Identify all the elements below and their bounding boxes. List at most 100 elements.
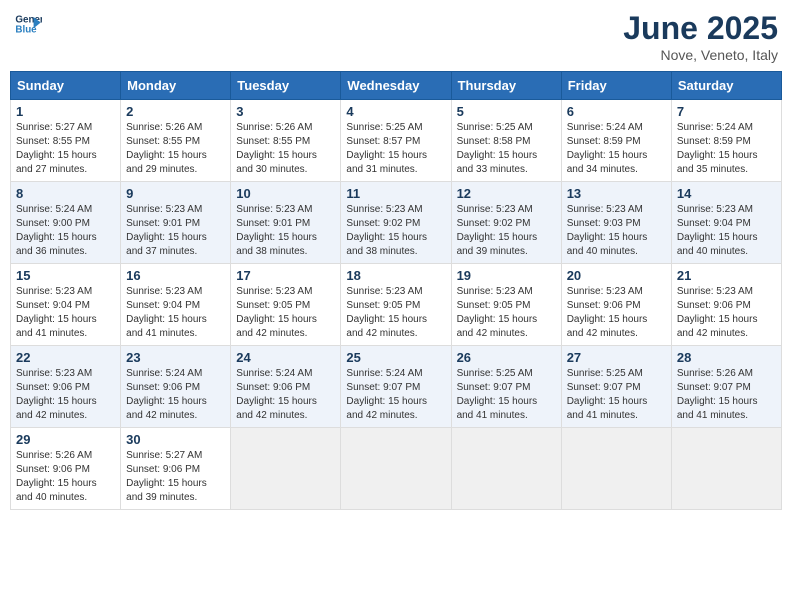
calendar-cell: 25 Sunrise: 5:24 AMSunset: 9:07 PMDayligh…	[341, 346, 451, 428]
day-number: 14	[677, 186, 776, 201]
calendar-cell	[451, 428, 561, 510]
logo: General Blue	[14, 10, 42, 38]
day-info: Sunrise: 5:23 AMSunset: 9:06 PMDaylight:…	[677, 285, 776, 341]
header-monday: Monday	[121, 72, 231, 100]
calendar-cell: 8Sunrise: 5:24 AMSunset: 9:00 PMDaylight…	[11, 182, 121, 264]
day-number: 10	[236, 186, 335, 201]
calendar-cell: 11Sunrise: 5:23 AMSunset: 9:02 PMDayligh…	[341, 182, 451, 264]
day-info: Sunrise: 5:23 AMSunset: 9:01 PMDaylight:…	[236, 203, 335, 259]
calendar-cell: 28Sunrise: 5:26 AMSunset: 9:07 PMDayligh…	[671, 346, 781, 428]
calendar-cell: 20 Sunrise: 5:23 AMSunset: 9:06 PMDayligh…	[561, 264, 671, 346]
day-info: Sunrise: 5:23 AMSunset: 9:05 PMDaylight:…	[236, 285, 335, 341]
calendar-cell: 9 Sunrise: 5:23 AMSunset: 9:01 PMDaylight…	[121, 182, 231, 264]
calendar-cell	[561, 428, 671, 510]
calendar-cell: 22Sunrise: 5:23 AMSunset: 9:06 PMDayligh…	[11, 346, 121, 428]
day-info: Sunrise: 5:24 AMSunset: 8:59 PMDaylight:…	[567, 121, 666, 177]
calendar-cell: 3 Sunrise: 5:26 AMSunset: 8:55 PMDaylight…	[231, 100, 341, 182]
day-number: 12	[457, 186, 556, 201]
calendar-cell	[231, 428, 341, 510]
calendar-cell: 19 Sunrise: 5:23 AMSunset: 9:05 PMDayligh…	[451, 264, 561, 346]
calendar: SundayMondayTuesdayWednesdayThursdayFrid…	[10, 71, 782, 510]
header: General Blue June 2025 Nove, Veneto, Ita…	[10, 10, 782, 63]
day-number: 21	[677, 268, 776, 283]
day-info: Sunrise: 5:27 AMSunset: 9:06 PMDaylight:…	[126, 449, 225, 505]
day-number: 29	[16, 432, 115, 447]
header-sunday: Sunday	[11, 72, 121, 100]
day-number: 26	[457, 350, 556, 365]
day-info: Sunrise: 5:23 AMSunset: 9:06 PMDaylight:…	[16, 367, 115, 423]
calendar-cell: 12 Sunrise: 5:23 AMSunset: 9:02 PMDayligh…	[451, 182, 561, 264]
day-number: 4	[346, 104, 445, 119]
header-friday: Friday	[561, 72, 671, 100]
day-info: Sunrise: 5:23 AMSunset: 9:04 PMDaylight:…	[16, 285, 115, 341]
day-info: Sunrise: 5:23 AMSunset: 9:02 PMDaylight:…	[346, 203, 445, 259]
day-number: 18	[346, 268, 445, 283]
calendar-cell: 13Sunrise: 5:23 AMSunset: 9:03 PMDayligh…	[561, 182, 671, 264]
calendar-cell: 5 Sunrise: 5:25 AMSunset: 8:58 PMDaylight…	[451, 100, 561, 182]
day-number: 9	[126, 186, 225, 201]
month-title: June 2025	[623, 10, 778, 47]
day-info: Sunrise: 5:23 AMSunset: 9:05 PMDaylight:…	[346, 285, 445, 341]
day-info: Sunrise: 5:23 AMSunset: 9:06 PMDaylight:…	[567, 285, 666, 341]
header-tuesday: Tuesday	[231, 72, 341, 100]
calendar-cell: 23 Sunrise: 5:24 AMSunset: 9:06 PMDayligh…	[121, 346, 231, 428]
day-number: 1	[16, 104, 115, 119]
calendar-cell: 15Sunrise: 5:23 AMSunset: 9:04 PMDayligh…	[11, 264, 121, 346]
calendar-cell: 1 Sunrise: 5:27 AMSunset: 8:55 PMDaylight…	[11, 100, 121, 182]
calendar-cell: 10 Sunrise: 5:23 AMSunset: 9:01 PMDayligh…	[231, 182, 341, 264]
day-info: Sunrise: 5:23 AMSunset: 9:01 PMDaylight:…	[126, 203, 225, 259]
calendar-cell: 29Sunrise: 5:26 AMSunset: 9:06 PMDayligh…	[11, 428, 121, 510]
day-number: 20	[567, 268, 666, 283]
calendar-week-3: 15Sunrise: 5:23 AMSunset: 9:04 PMDayligh…	[11, 264, 782, 346]
day-number: 6	[567, 104, 666, 119]
calendar-header-row: SundayMondayTuesdayWednesdayThursdayFrid…	[11, 72, 782, 100]
day-info: Sunrise: 5:23 AMSunset: 9:05 PMDaylight:…	[457, 285, 556, 341]
title-area: June 2025 Nove, Veneto, Italy	[623, 10, 778, 63]
day-info: Sunrise: 5:23 AMSunset: 9:04 PMDaylight:…	[126, 285, 225, 341]
day-info: Sunrise: 5:23 AMSunset: 9:04 PMDaylight:…	[677, 203, 776, 259]
location-title: Nove, Veneto, Italy	[623, 47, 778, 63]
calendar-cell: 16 Sunrise: 5:23 AMSunset: 9:04 PMDayligh…	[121, 264, 231, 346]
day-info: Sunrise: 5:27 AMSunset: 8:55 PMDaylight:…	[16, 121, 115, 177]
day-number: 27	[567, 350, 666, 365]
day-info: Sunrise: 5:24 AMSunset: 9:06 PMDaylight:…	[126, 367, 225, 423]
calendar-cell: 4 Sunrise: 5:25 AMSunset: 8:57 PMDaylight…	[341, 100, 451, 182]
calendar-cell: 2Sunrise: 5:26 AMSunset: 8:55 PMDaylight…	[121, 100, 231, 182]
day-number: 3	[236, 104, 335, 119]
day-number: 5	[457, 104, 556, 119]
calendar-cell: 21 Sunrise: 5:23 AMSunset: 9:06 PMDayligh…	[671, 264, 781, 346]
day-info: Sunrise: 5:25 AMSunset: 9:07 PMDaylight:…	[457, 367, 556, 423]
day-number: 8	[16, 186, 115, 201]
calendar-cell: 30 Sunrise: 5:27 AMSunset: 9:06 PMDayligh…	[121, 428, 231, 510]
calendar-cell: 26 Sunrise: 5:25 AMSunset: 9:07 PMDayligh…	[451, 346, 561, 428]
calendar-cell: 24Sunrise: 5:24 AMSunset: 9:06 PMDayligh…	[231, 346, 341, 428]
calendar-cell	[341, 428, 451, 510]
day-number: 16	[126, 268, 225, 283]
day-info: Sunrise: 5:25 AMSunset: 8:57 PMDaylight:…	[346, 121, 445, 177]
day-number: 19	[457, 268, 556, 283]
calendar-cell: 14 Sunrise: 5:23 AMSunset: 9:04 PMDayligh…	[671, 182, 781, 264]
calendar-cell: 17 Sunrise: 5:23 AMSunset: 9:05 PMDayligh…	[231, 264, 341, 346]
day-number: 30	[126, 432, 225, 447]
day-info: Sunrise: 5:24 AMSunset: 9:06 PMDaylight:…	[236, 367, 335, 423]
calendar-cell	[671, 428, 781, 510]
calendar-cell: 18 Sunrise: 5:23 AMSunset: 9:05 PMDayligh…	[341, 264, 451, 346]
calendar-week-5: 29Sunrise: 5:26 AMSunset: 9:06 PMDayligh…	[11, 428, 782, 510]
header-wednesday: Wednesday	[341, 72, 451, 100]
day-info: Sunrise: 5:24 AMSunset: 9:07 PMDaylight:…	[346, 367, 445, 423]
day-info: Sunrise: 5:26 AMSunset: 9:07 PMDaylight:…	[677, 367, 776, 423]
day-info: Sunrise: 5:26 AMSunset: 8:55 PMDaylight:…	[236, 121, 335, 177]
logo-icon: General Blue	[14, 10, 42, 38]
calendar-cell: 6 Sunrise: 5:24 AMSunset: 8:59 PMDaylight…	[561, 100, 671, 182]
day-info: Sunrise: 5:25 AMSunset: 8:58 PMDaylight:…	[457, 121, 556, 177]
day-info: Sunrise: 5:25 AMSunset: 9:07 PMDaylight:…	[567, 367, 666, 423]
day-info: Sunrise: 5:23 AMSunset: 9:02 PMDaylight:…	[457, 203, 556, 259]
calendar-week-2: 8Sunrise: 5:24 AMSunset: 9:00 PMDaylight…	[11, 182, 782, 264]
day-number: 25	[346, 350, 445, 365]
day-number: 23	[126, 350, 225, 365]
day-info: Sunrise: 5:23 AMSunset: 9:03 PMDaylight:…	[567, 203, 666, 259]
day-number: 17	[236, 268, 335, 283]
day-number: 7	[677, 104, 776, 119]
calendar-cell: 27 Sunrise: 5:25 AMSunset: 9:07 PMDayligh…	[561, 346, 671, 428]
calendar-cell: 7Sunrise: 5:24 AMSunset: 8:59 PMDaylight…	[671, 100, 781, 182]
